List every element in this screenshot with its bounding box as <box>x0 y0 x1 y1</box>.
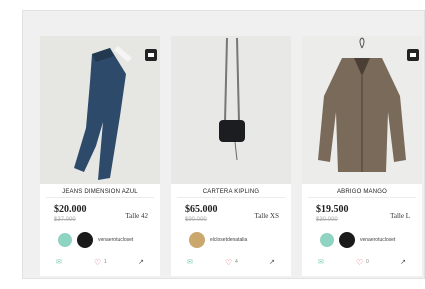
comment-icon[interactable]: ✉ <box>187 258 193 266</box>
like-count: 0 <box>366 259 369 265</box>
comment-icon[interactable]: ✉ <box>318 258 324 266</box>
product-price: $19.500 <box>316 204 349 215</box>
heart-icon[interactable]: ♡ <box>94 258 101 267</box>
avatar[interactable] <box>189 232 205 248</box>
seller-logo-avatar <box>77 232 93 248</box>
product-price: $65.000 <box>185 204 218 215</box>
seller-name[interactable]: venaerotucloset <box>360 237 395 243</box>
share-icon[interactable]: ↗ <box>269 258 275 266</box>
product-grid-panel: JEANS DIMENSION AZUL $20.000 $37.000 Tal… <box>22 10 425 279</box>
heart-icon[interactable]: ♡ <box>225 258 232 267</box>
product-photo-jeans[interactable] <box>40 36 160 184</box>
product-title[interactable]: JEANS DIMENSION AZUL <box>40 189 160 195</box>
product-old-price: $37.000 <box>54 217 76 223</box>
product-old-price: $90.000 <box>185 217 207 223</box>
seller-info[interactable]: venaerotucloset <box>320 232 395 248</box>
divider <box>177 197 285 198</box>
share-icon[interactable]: ↗ <box>400 258 406 266</box>
comment-icon[interactable]: ✉ <box>56 258 62 266</box>
seller-info[interactable]: elclosetdenatalia <box>189 232 247 248</box>
card-actions: ✉ ♡ 4 ↗ <box>187 258 275 268</box>
divider <box>308 197 416 198</box>
avatar[interactable] <box>58 233 72 247</box>
seller-name[interactable]: elclosetdenatalia <box>210 237 247 243</box>
bookmark-icon[interactable] <box>145 49 157 61</box>
card-actions: ✉ ♡ 1 ↗ <box>56 258 144 268</box>
product-photo-coat[interactable] <box>302 36 422 184</box>
product-photo-bag[interactable] <box>171 36 291 184</box>
product-size: Talle L <box>390 212 410 220</box>
product-title[interactable]: CARTERA KIPLING <box>171 189 291 195</box>
product-title[interactable]: ABRIGO MANGO <box>302 189 422 195</box>
product-card[interactable]: JEANS DIMENSION AZUL $20.000 $37.000 Tal… <box>40 36 160 276</box>
divider <box>46 197 154 198</box>
product-size: Talle XS <box>254 212 279 220</box>
card-actions: ✉ ♡ 0 ↗ <box>318 258 406 268</box>
share-icon[interactable]: ↗ <box>138 258 144 266</box>
like-count: 4 <box>235 259 238 265</box>
like-count: 1 <box>104 259 107 265</box>
product-price: $20.000 <box>54 204 87 215</box>
seller-logo-avatar <box>339 232 355 248</box>
heart-icon[interactable]: ♡ <box>356 258 363 267</box>
avatar[interactable] <box>320 233 334 247</box>
product-card[interactable]: CARTERA KIPLING $65.000 $90.000 Talle XS… <box>171 36 291 276</box>
product-size: Talle 42 <box>125 212 148 220</box>
product-old-price: $30.000 <box>316 217 338 223</box>
seller-info[interactable]: venaerotucloset <box>58 232 133 248</box>
product-card[interactable]: ABRIGO MANGO $19.500 $30.000 Talle L ven… <box>302 36 422 276</box>
bookmark-icon[interactable] <box>407 49 419 61</box>
seller-name[interactable]: venaerotucloset <box>98 237 133 243</box>
